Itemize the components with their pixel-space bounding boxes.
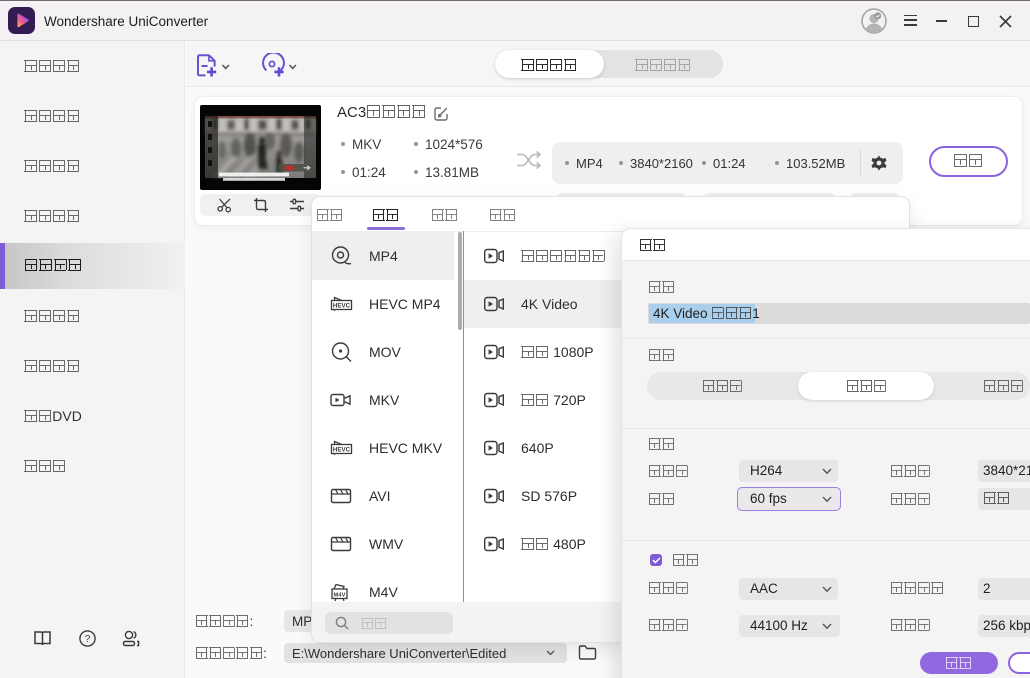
svg-text:?: ? [85,634,91,645]
svg-text:M4V: M4V [334,592,346,598]
svg-text:HEVC: HEVC [333,303,351,310]
svg-text:HEVC: HEVC [333,447,351,454]
